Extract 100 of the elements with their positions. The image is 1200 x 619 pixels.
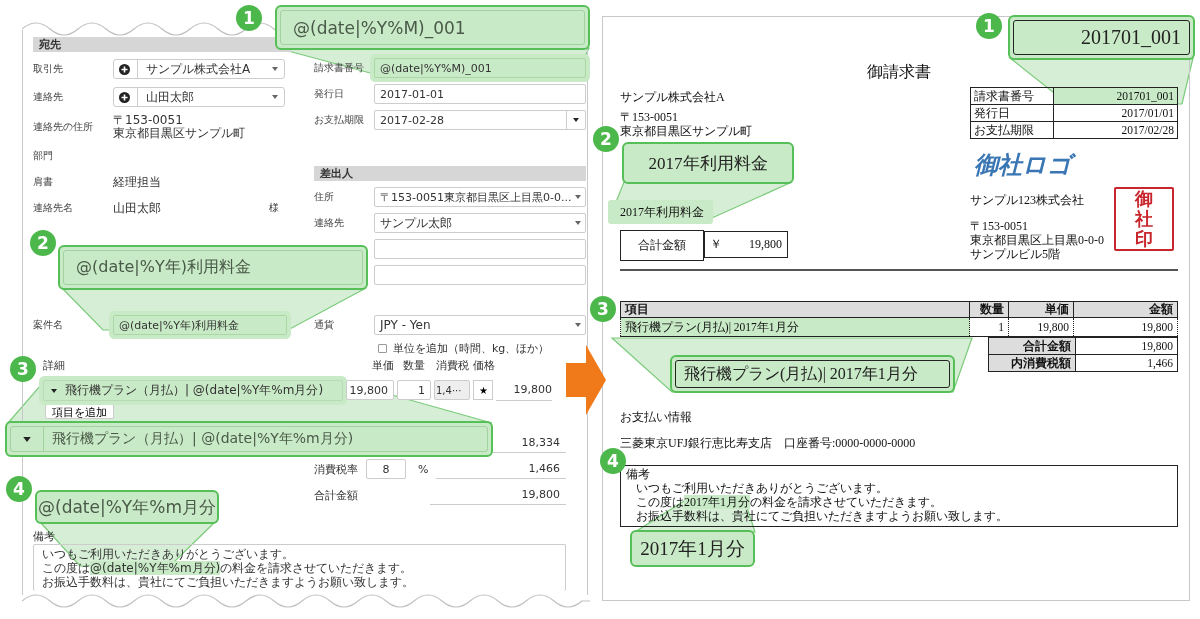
table-cell: 2017/01/01	[1053, 104, 1178, 122]
caret-icon	[575, 195, 582, 199]
checkbox[interactable]	[378, 344, 387, 353]
total-label: 合計金額	[314, 488, 358, 502]
client-name: サンプル株式会社A	[620, 90, 726, 104]
column-header: 金額	[1073, 301, 1178, 318]
logo: 御社ロゴ	[974, 149, 1178, 181]
sender-address: 〒153-0051	[970, 219, 1029, 233]
caret-icon	[575, 323, 581, 327]
number-badge: 1	[236, 5, 262, 31]
input-field[interactable]: 1,4···	[434, 380, 470, 400]
column-header: 項目	[620, 301, 970, 318]
number-badge: 4	[6, 476, 32, 502]
input-field[interactable]: 19,800	[346, 380, 394, 400]
sender-name: サンプル123株式会社	[970, 193, 1085, 207]
table-cell: 合計金額	[988, 337, 1076, 355]
table-cell: お支払期限	[970, 121, 1054, 139]
table-cell: 発行日	[970, 104, 1054, 122]
column-header: 単価	[371, 358, 394, 373]
number-badge: 3	[10, 356, 36, 382]
caret-icon	[272, 95, 278, 99]
column-header: 消費税	[434, 358, 470, 373]
notes-textarea[interactable]: いつもご利用いただきありがとうございます。 この度は@(date|%Y年%m月分)の料金を請求させていただきます。 お振込手数料は、貴社にてご負担いただきますようお願い致します。	[33, 544, 566, 591]
field-label: 住所	[314, 191, 334, 202]
callout-text: @(date|%Y年)利用料金	[63, 250, 363, 285]
section-label: 詳細	[43, 358, 66, 373]
column-header: 単価	[1008, 301, 1074, 318]
column-header: 数量	[402, 358, 426, 373]
plus-icon	[119, 63, 130, 75]
callout-text: 2017年1月分	[639, 536, 746, 561]
checkbox-label: 単位を追加（時間、kg、ほか）	[393, 341, 550, 356]
field-value: 東京都目黒区サンプル町	[113, 127, 245, 140]
input-field[interactable]: 2017-01-01	[374, 84, 586, 104]
input-field[interactable]	[374, 265, 586, 285]
caret-icon	[51, 388, 57, 393]
contact-select[interactable]: 山田太郎	[113, 87, 285, 107]
number-badge: 2	[30, 230, 56, 256]
field-label: 肩書	[33, 175, 54, 189]
notes-line: お振込手数料は、貴社にてご負担いただきますようお願い致します。	[636, 509, 1009, 523]
field-label: 連絡先の住所	[33, 120, 94, 134]
date-field[interactable]: 2017-02-28	[374, 110, 586, 130]
callout-text: 飛行機プラン(月払)| 2017年1月分	[675, 360, 950, 388]
document-title: 御請求書	[866, 62, 932, 82]
total-amount: 19,800	[749, 236, 782, 252]
number-badge: 4	[600, 448, 626, 474]
column-header: 価格	[473, 358, 493, 373]
input-field[interactable]	[374, 239, 586, 259]
total-value: 19,800	[430, 485, 566, 505]
table-cell: 19,800	[1073, 317, 1178, 337]
field-label: 通貨	[314, 318, 335, 332]
field-label: 発行日	[314, 87, 345, 101]
table-cell: 201701_001	[1053, 87, 1178, 105]
table-cell: 19,800	[1008, 317, 1074, 337]
input-field[interactable]: 8	[366, 459, 406, 479]
notes-line: この度は2017年1月分の料金を請求させていただきます。	[636, 495, 943, 509]
right-arrow-icon	[566, 345, 606, 415]
caret-icon	[272, 67, 278, 71]
column-header: 数量	[969, 301, 1009, 318]
table-cell: 1,466	[1075, 354, 1178, 372]
field-label: 取引先	[33, 62, 64, 76]
field-label: 案件名	[33, 318, 64, 332]
client-address: 〒153-0051	[620, 110, 679, 124]
select-field[interactable]: 〒153-0051東京都目黒区上目黒0-0...	[374, 187, 586, 207]
total-value: 1,466	[436, 459, 566, 479]
select-field[interactable]: JPY - Yen	[374, 315, 586, 335]
table-cell: 2017/02/28	[1053, 121, 1178, 139]
callout-text: @(date|%Y%M)_001	[280, 10, 585, 45]
callout-text: @(date|%Y年%m月分	[37, 495, 217, 519]
caret-icon	[23, 436, 31, 442]
select-field[interactable]: サンプル太郎	[374, 213, 586, 233]
number-badge: 2	[593, 126, 619, 152]
field-label: 連絡先	[314, 217, 344, 228]
caret-icon	[575, 221, 581, 225]
unit-label: %	[417, 462, 430, 476]
star-button[interactable]: ★	[473, 380, 493, 400]
notes-line: いつもご利用いただきありがとうございます。	[636, 481, 889, 495]
field-label: 連絡先名	[33, 201, 74, 215]
bank-account-text: 三菱東京UFJ銀行恵比寿支店 口座番号:0000-0000-0000	[620, 436, 917, 450]
input-field[interactable]: 1	[397, 380, 431, 400]
seal-stamp: 御社印	[1114, 187, 1174, 251]
notes-title: 備考	[626, 467, 651, 481]
section-header: 差出人	[314, 166, 586, 181]
callout-text: 201701_001	[1013, 20, 1190, 55]
field-label: 連絡先	[33, 90, 64, 104]
section-title: お支払い情報	[620, 410, 693, 424]
callout-text: 2017年利用料金	[647, 152, 769, 175]
contact-select[interactable]: サンプル株式会社A	[113, 59, 285, 79]
table-cell: 19,800	[1075, 337, 1178, 355]
sender-address: サンプルビル5階	[970, 247, 1061, 261]
number-badge: 1	[976, 13, 1002, 39]
plus-icon	[119, 91, 130, 103]
field-value: 山田太郎	[113, 201, 161, 215]
table-cell: 合計金額	[620, 230, 704, 261]
sender-address: 東京都目黒区上目黒0-0-0	[970, 233, 1104, 247]
field-label: 備考	[33, 529, 55, 542]
honorific: 様	[269, 201, 279, 215]
subject-text: 2017年利用料金	[608, 200, 713, 224]
price-value: 19,800	[496, 380, 552, 401]
client-address: 東京都目黒区サンプル町	[620, 124, 753, 138]
field-label: お支払期限	[314, 113, 365, 127]
